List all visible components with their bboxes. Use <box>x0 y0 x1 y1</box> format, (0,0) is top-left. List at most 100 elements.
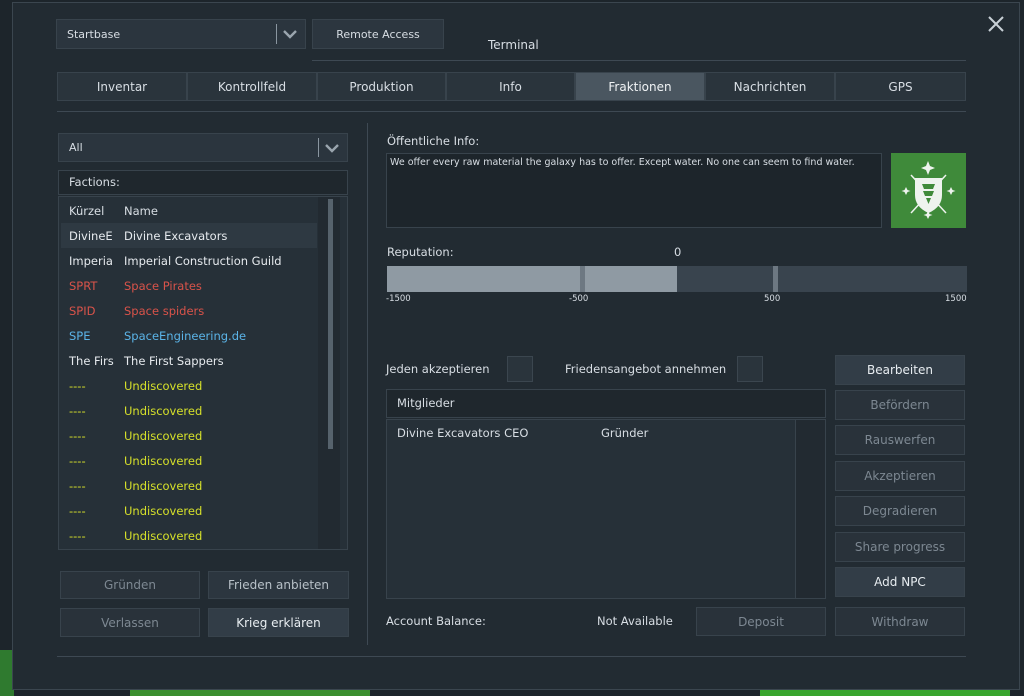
tab-kontrollfeld[interactable]: Kontrollfeld <box>187 72 317 101</box>
add-npc-button[interactable]: Add NPC <box>835 567 965 597</box>
faction-row[interactable]: SPE SpaceEngineering.de <box>61 323 317 348</box>
faction-abbr: ---- <box>69 528 86 543</box>
faction-name: Space Pirates <box>124 278 202 293</box>
faction-row[interactable]: SPID Space spiders <box>61 298 317 323</box>
reputation-value: 0 <box>674 245 682 259</box>
scale-label: 1500 <box>945 294 967 304</box>
tab-fraktionen[interactable]: Fraktionen <box>575 72 705 101</box>
accept-button[interactable]: Akzeptieren <box>835 461 965 491</box>
faction-abbr: SPRT <box>69 278 98 293</box>
edit-button[interactable]: Bearbeiten <box>835 355 965 385</box>
faction-row[interactable]: ---- Undiscovered <box>61 473 317 498</box>
promote-button[interactable]: Befördern <box>835 390 965 420</box>
members-scrollbar[interactable] <box>795 420 825 598</box>
faction-row[interactable]: The Firs The First Sappers <box>61 348 317 373</box>
withdraw-button[interactable]: Withdraw <box>835 607 965 636</box>
faction-row[interactable]: ---- Undiscovered <box>61 448 317 473</box>
faction-name: The First Sappers <box>124 353 224 368</box>
scale-label: 500 <box>764 294 781 304</box>
reputation-marker <box>580 266 585 292</box>
faction-name: Undiscovered <box>124 478 203 493</box>
factions-column-header: Kürzel Name <box>69 203 158 218</box>
faction-name: Divine Excavators <box>124 228 228 243</box>
faction-name: Undiscovered <box>124 528 203 543</box>
faction-name: Space spiders <box>124 303 205 318</box>
chevron-down-icon <box>325 144 339 153</box>
panel-divider <box>367 123 368 645</box>
faction-row[interactable]: ---- Undiscovered <box>61 423 317 448</box>
faction-row[interactable]: ---- Undiscovered <box>61 498 317 523</box>
tab-inventar[interactable]: Inventar <box>57 72 187 101</box>
faction-abbr: ---- <box>69 453 86 468</box>
faction-abbr: The Firs <box>69 353 114 368</box>
faction-abbr: ---- <box>69 403 86 418</box>
header-divider <box>312 60 966 61</box>
remote-access-button[interactable]: Remote Access <box>312 19 444 49</box>
factions-header: Factions: <box>58 170 348 195</box>
tabs-divider <box>57 111 966 112</box>
accept-all-checkbox[interactable] <box>507 356 533 382</box>
tab-produktion[interactable]: Produktion <box>317 72 446 101</box>
base-dropdown[interactable]: Startbase <box>56 19 306 49</box>
leave-faction-button[interactable]: Verlassen <box>60 608 200 637</box>
member-row[interactable]: Divine Excavators CEO Gründer <box>387 422 795 444</box>
deposit-button[interactable]: Deposit <box>696 607 826 636</box>
offer-peace-button[interactable]: Frieden anbieten <box>208 571 349 599</box>
reputation-marker <box>773 266 778 292</box>
accept-all-label: Jeden akzeptieren <box>386 362 490 376</box>
public-info-label: Öffentliche Info: <box>387 134 480 148</box>
tab-info[interactable]: Info <box>446 72 575 101</box>
faction-abbr: ---- <box>69 478 86 493</box>
window-title: Terminal <box>488 38 539 52</box>
declare-war-button[interactable]: Krieg erklären <box>208 608 349 637</box>
demote-button[interactable]: Degradieren <box>835 496 965 526</box>
reputation-bar <box>387 266 967 292</box>
faction-name: Imperial Construction Guild <box>124 253 282 268</box>
faction-filter-dropdown[interactable]: All <box>58 133 348 162</box>
members-list[interactable] <box>386 419 826 599</box>
reputation-fill <box>387 266 677 292</box>
faction-row[interactable]: ---- Undiscovered <box>61 523 317 548</box>
kick-button[interactable]: Rauswerfen <box>835 425 965 455</box>
faction-row[interactable]: ---- Undiscovered <box>61 398 317 423</box>
share-progress-button[interactable]: Share progress <box>835 532 965 562</box>
shield-emblem-icon <box>901 161 956 219</box>
close-icon[interactable] <box>986 14 1006 34</box>
found-faction-button[interactable]: Gründen <box>60 571 200 599</box>
faction-abbr: DivineE <box>69 228 113 243</box>
scale-label: -1500 <box>386 294 411 304</box>
faction-row[interactable]: DivineE Divine Excavators <box>61 223 317 248</box>
faction-abbr: ---- <box>69 428 86 443</box>
faction-abbr: SPE <box>69 328 91 343</box>
footer-divider <box>57 656 966 657</box>
faction-abbr: ---- <box>69 503 86 518</box>
faction-row[interactable]: ---- Undiscovered <box>61 373 317 398</box>
base-dropdown-value: Startbase <box>67 27 121 41</box>
public-info-text: We offer every raw material the galaxy h… <box>386 153 882 228</box>
faction-abbr: SPID <box>69 303 96 318</box>
account-balance-value: Not Available <box>597 614 673 628</box>
factions-scrollbar[interactable] <box>318 197 340 549</box>
members-header: Mitglieder <box>386 389 826 418</box>
faction-filter-value: All <box>69 141 83 154</box>
faction-abbr: Imperia <box>69 253 113 268</box>
faction-name: SpaceEngineering.de <box>124 328 247 343</box>
faction-name: Undiscovered <box>124 428 203 443</box>
accept-peace-checkbox[interactable] <box>737 356 763 382</box>
faction-abbr: ---- <box>69 378 86 393</box>
tab-nachrichten[interactable]: Nachrichten <box>705 72 835 101</box>
member-role: Gründer <box>601 426 649 440</box>
account-balance-label: Account Balance: <box>386 614 486 628</box>
member-name: Divine Excavators CEO <box>397 426 529 440</box>
accept-peace-label: Friedensangebot annehmen <box>565 362 727 376</box>
faction-row[interactable]: SPRT Space Pirates <box>61 273 317 298</box>
faction-logo <box>891 153 966 228</box>
faction-row[interactable]: Imperia Imperial Construction Guild <box>61 248 317 273</box>
tab-gps[interactable]: GPS <box>835 72 966 101</box>
faction-name: Undiscovered <box>124 503 203 518</box>
faction-name: Undiscovered <box>124 378 203 393</box>
scrollbar-thumb[interactable] <box>328 199 333 449</box>
faction-name: Undiscovered <box>124 453 203 468</box>
chevron-down-icon <box>283 30 297 39</box>
background-decor <box>760 690 1010 696</box>
